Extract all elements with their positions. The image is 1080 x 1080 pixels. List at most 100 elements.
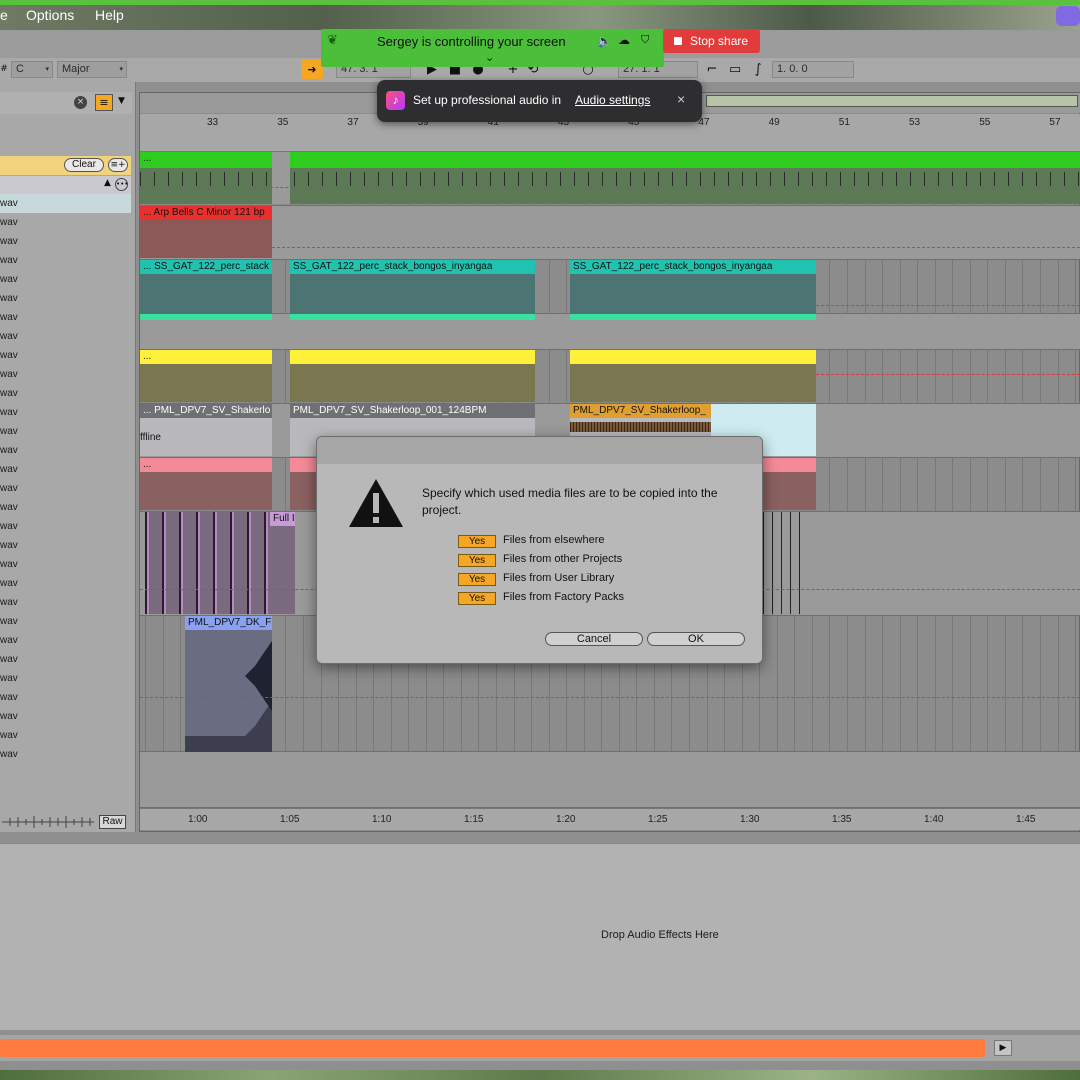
clip-perc-b[interactable]: SS_GAT_122_perc_stack_bongos_inyangaa xyxy=(290,260,535,320)
more-icon[interactable]: ••• xyxy=(115,178,128,191)
browser-file-item[interactable]: wav xyxy=(0,631,131,650)
browser-file-item[interactable]: wav xyxy=(0,574,131,593)
play-triangle-icon[interactable]: ▶ xyxy=(994,1040,1012,1056)
cancel-button[interactable]: Cancel xyxy=(545,632,643,646)
bar-number-label: 33 xyxy=(207,117,219,128)
ok-button[interactable]: OK xyxy=(647,632,745,646)
filter-icon[interactable]: ≡ xyxy=(95,94,113,111)
menu-item-help[interactable]: Help xyxy=(95,7,124,23)
browser-file-item[interactable]: wav xyxy=(0,403,131,422)
key-select[interactable]: C ▾ xyxy=(11,61,53,78)
clear-button[interactable]: Clear xyxy=(64,158,104,172)
menu-item-options[interactable]: Options xyxy=(26,7,74,23)
yes-toggle[interactable]: Yes xyxy=(458,554,496,567)
browser-file-item[interactable]: wav xyxy=(0,669,131,688)
time-label: 1:05 xyxy=(280,814,300,825)
add-list-icon[interactable]: ≡+ xyxy=(108,158,128,172)
sort-up-icon[interactable]: ▲ xyxy=(104,178,111,188)
browser-file-item[interactable]: wav xyxy=(0,194,131,213)
browser-file-item[interactable]: wav xyxy=(0,726,131,745)
stop-share-button[interactable]: Stop share xyxy=(663,29,760,53)
clip-yellow-b-header xyxy=(290,350,535,364)
automation-line xyxy=(816,305,1080,306)
clip-dk[interactable]: PML_DPV7_DK_F xyxy=(185,616,272,752)
browser-file-item[interactable]: wav xyxy=(0,555,131,574)
chevron-down-icon[interactable]: ▼ xyxy=(118,96,125,106)
clip-perc-c-label: SS_GAT_122_perc_stack_bongos_inyangaa xyxy=(570,260,816,274)
browser-file-item[interactable]: wav xyxy=(0,365,131,384)
clip-full[interactable]: Full I xyxy=(270,512,295,614)
audio-settings-link[interactable]: Audio settings xyxy=(575,93,650,107)
punch-icon[interactable]: ⌐ xyxy=(702,60,722,79)
browser-file-item[interactable]: wav xyxy=(0,289,131,308)
browser-file-item[interactable]: wav xyxy=(0,213,131,232)
clip-perc-c[interactable]: SS_GAT_122_perc_stack_bongos_inyangaa xyxy=(570,260,816,320)
browser-file-item[interactable]: wav xyxy=(0,479,131,498)
browser-file-item[interactable]: wav xyxy=(0,593,131,612)
audio-settings-notification[interactable]: ♪ Set up professional audio in Audio set… xyxy=(377,80,702,122)
drop-effects-hint: Drop Audio Effects Here xyxy=(601,929,719,941)
clip-hits-right xyxy=(763,512,808,614)
track-10[interactable] xyxy=(140,752,1080,808)
clip-pink-c[interactable] xyxy=(763,458,816,510)
browser-file-item[interactable]: wav xyxy=(0,441,131,460)
clip-perc-a[interactable]: ... SS_GAT_122_perc_stack xyxy=(140,260,272,320)
browser-file-item[interactable]: wav xyxy=(0,745,131,764)
chevron-down-icon[interactable]: ⌄ xyxy=(485,51,494,64)
browser-file-item[interactable]: wav xyxy=(0,536,131,555)
follow-arrow-icon[interactable]: ➜ xyxy=(301,60,323,79)
browser-file-item[interactable]: wav xyxy=(0,650,131,669)
automation-line xyxy=(140,187,1080,188)
share-status-text: Sergey is controlling your screen xyxy=(377,34,566,49)
yes-toggle[interactable]: Yes xyxy=(458,573,496,586)
clip-yellow-b[interactable] xyxy=(290,350,535,402)
hash-icon: # xyxy=(0,64,8,74)
browser-file-item[interactable]: wav xyxy=(0,270,131,289)
clip-yellow-c[interactable] xyxy=(570,350,816,402)
browser-file-item[interactable]: wav xyxy=(0,422,131,441)
loop-toggle-icon[interactable]: ▭ xyxy=(725,60,745,79)
shield-icon[interactable]: ⛉ xyxy=(641,33,649,47)
status-progress xyxy=(0,1039,985,1057)
close-icon[interactable]: × xyxy=(677,91,685,107)
copy-media-dialog: Specify which used media files are to be… xyxy=(316,436,763,664)
scale-select[interactable]: Major ▾ xyxy=(57,61,127,78)
yes-toggle[interactable]: Yes xyxy=(458,535,496,548)
close-circle-icon[interactable]: × xyxy=(74,96,87,109)
offline-label: ffline xyxy=(140,432,161,443)
browser-file-item[interactable]: wav xyxy=(0,327,131,346)
overview-region[interactable] xyxy=(706,95,1078,107)
browser-file-item[interactable]: wav xyxy=(0,384,131,403)
clip-yellow-label: ... xyxy=(140,350,272,364)
automation-line xyxy=(140,697,1080,698)
loop-length-field[interactable]: 1. 0. 0 xyxy=(772,61,854,78)
clip-yellow-a[interactable]: ... xyxy=(140,350,272,402)
browser-file-item[interactable]: wav xyxy=(0,232,131,251)
speaker-icon[interactable]: 🔈 xyxy=(597,34,612,48)
browser-file-item[interactable]: wav xyxy=(0,346,131,365)
track-2[interactable] xyxy=(140,206,1080,260)
browser-header: × ≡ ▼ xyxy=(0,92,132,114)
notification-text: Set up professional audio in xyxy=(413,93,562,107)
browser-file-item[interactable]: wav xyxy=(0,707,131,726)
browser-file-item[interactable]: wav xyxy=(0,498,131,517)
cloud-icon[interactable]: ☁ xyxy=(618,33,630,47)
scale-value: Major xyxy=(62,63,90,75)
browser-file-item[interactable]: wav xyxy=(0,308,131,327)
browser-file-item[interactable]: wav xyxy=(0,517,131,536)
browser-file-item[interactable]: wav xyxy=(0,460,131,479)
clip-pink-c-header xyxy=(763,458,816,472)
yes-toggle[interactable]: Yes xyxy=(458,592,496,605)
clip-shaker-a[interactable]: ... PML_DPV7_SV_Shakerlo xyxy=(140,404,272,456)
time-label: 1:30 xyxy=(740,814,760,825)
clip-purple-a[interactable] xyxy=(145,512,272,614)
browser-file-item[interactable]: wav xyxy=(0,612,131,631)
clip-gap xyxy=(272,152,290,204)
browser-file-item[interactable]: wav xyxy=(0,688,131,707)
draw-icon[interactable]: ∫ xyxy=(748,60,768,79)
browser-file-item[interactable]: wav xyxy=(0,251,131,270)
clip-pink-a[interactable]: ... xyxy=(140,458,272,510)
clip-arp[interactable]: ... Arp Bells C Minor 121 bp xyxy=(140,206,272,258)
raw-button[interactable]: Raw xyxy=(99,815,126,829)
menu-item-edit[interactable]: e xyxy=(0,7,8,23)
